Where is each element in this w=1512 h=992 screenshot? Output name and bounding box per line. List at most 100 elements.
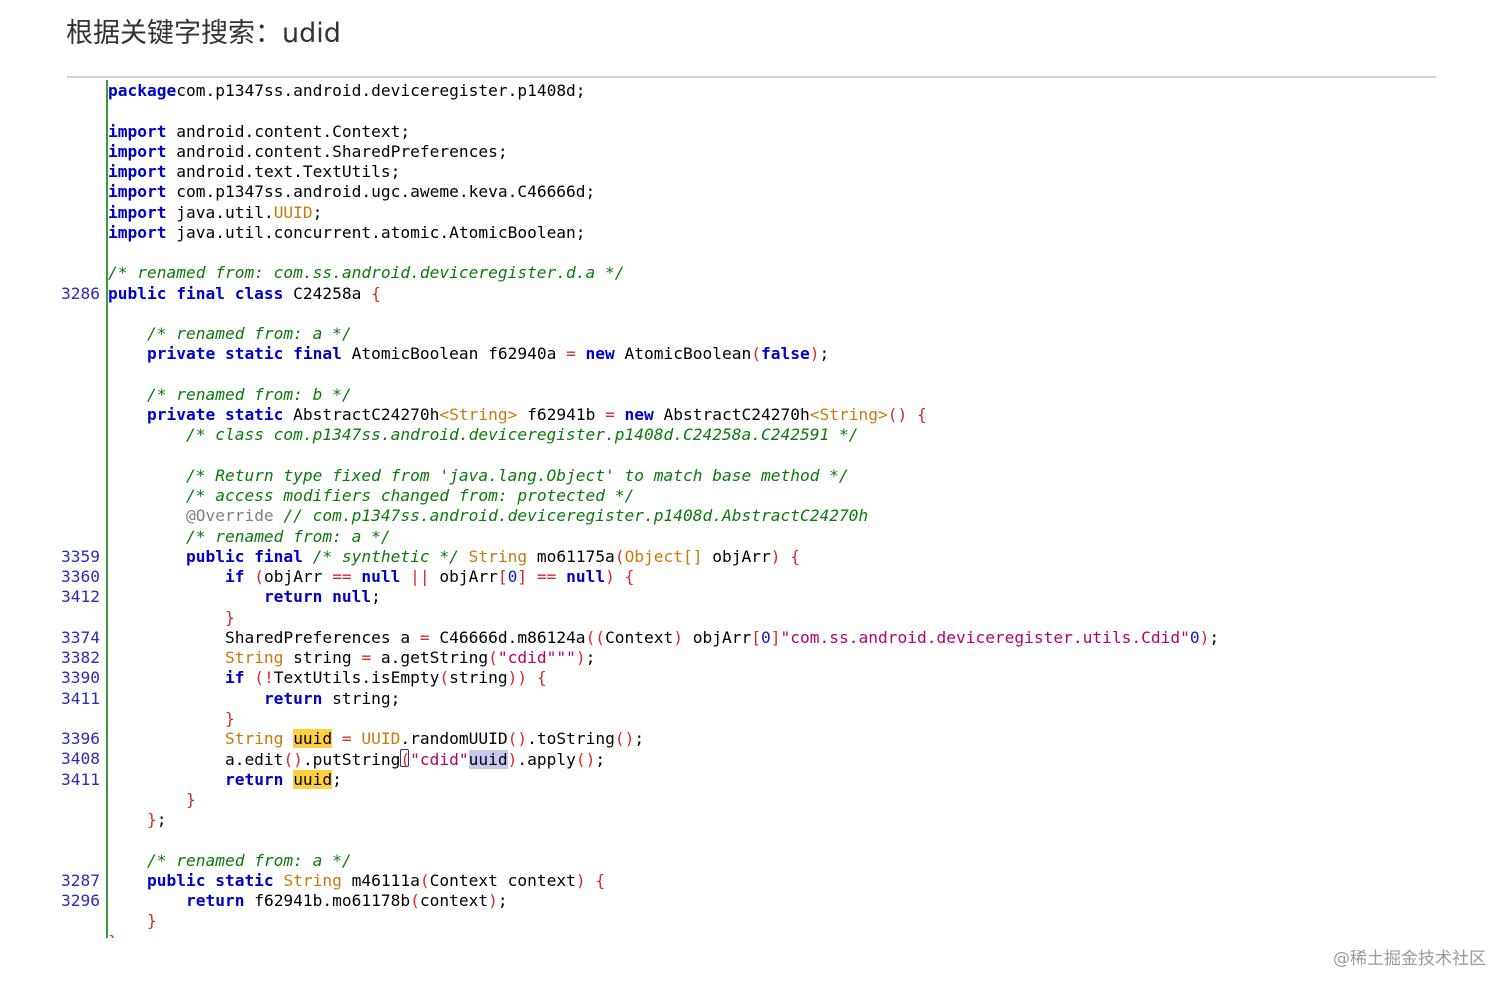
code-token: TextUtils.isEmpty [273, 668, 440, 688]
code-token: if [224, 668, 245, 688]
code-token: ] [770, 627, 781, 647]
code-token: false [761, 344, 810, 364]
code-line: /* class com.p1347ss.android.deviceregis… [0, 425, 1512, 445]
code-token: /* renamed from: com.ss.android.devicere… [108, 263, 625, 283]
code-token: 0 [761, 627, 771, 647]
code-token: /* renamed from: a */ [185, 526, 391, 546]
code-text: return f62941b.mo61178b(context); [108, 891, 508, 911]
code-token: } [146, 911, 157, 931]
code-token: new [614, 405, 654, 424]
code-token: ( [400, 750, 411, 770]
code-token: null [351, 567, 401, 586]
code-text: packagecom.p1347ss.android.deviceregiste… [108, 81, 586, 101]
code-token: String [224, 648, 284, 667]
code-token: return [224, 769, 284, 789]
code-line: @Override // com.p1347ss.android.devicer… [0, 506, 1512, 526]
code-text: if (objArr == null || objArr[0] == null)… [108, 567, 634, 587]
code-text: } [108, 790, 196, 810]
code-line: }; [0, 810, 1512, 830]
line-number: 3287 [61, 870, 100, 890]
code-line: 3287 public static String m46111a(Contex… [0, 871, 1512, 891]
search-highlight: uuid [468, 750, 508, 770]
code-token: (( [585, 627, 606, 647]
code-token: ; [819, 344, 830, 364]
code-line: /* renamed from: a */ [0, 527, 1512, 547]
code-viewer[interactable]: packagecom.p1347ss.android.deviceregiste… [0, 80, 1512, 938]
line-number: 3411 [61, 688, 100, 708]
code-token: string; [322, 688, 401, 708]
code-token: // com.p1347ss.android.deviceregister.p1… [273, 506, 869, 526]
code-token: ( [488, 648, 498, 667]
code-token: ) [1199, 627, 1210, 647]
code-line: 3382 String string = a.getString("cdid""… [0, 648, 1512, 668]
line-number: 3411 [61, 769, 100, 789]
code-token: String [468, 546, 528, 566]
code-token: .apply [517, 750, 576, 770]
code-line: 3408 a.edit().putString("cdid"uuid).appl… [0, 749, 1512, 770]
code-text: }; [108, 810, 167, 830]
code-text: /* renamed from: a */ [108, 527, 391, 547]
code-token: ( [614, 546, 625, 566]
line-number: 3374 [61, 627, 100, 647]
code-token: () [283, 750, 303, 770]
line-number: 3359 [61, 546, 100, 566]
code-token: public final [185, 546, 303, 566]
code-token: ) [507, 750, 518, 770]
code-token: import [108, 162, 167, 181]
code-token: /* access modifiers changed from: protec… [185, 486, 635, 505]
code-token: import [108, 202, 167, 222]
line-number: 3390 [61, 668, 100, 688]
code-line: /* renamed from: a */ [0, 851, 1512, 871]
code-line: /* renamed from: com.ss.android.devicere… [0, 263, 1512, 283]
code-token: android.text.TextUtils; [166, 162, 401, 181]
code-token: /* renamed from: b */ [146, 384, 352, 404]
code-line: 3411 return string; [0, 689, 1512, 709]
code-line: 3396 String uuid = UUID.randomUUID().toS… [0, 729, 1512, 749]
code-token: [ [497, 567, 508, 586]
code-token: ) [605, 567, 615, 586]
code-token: objArr [263, 567, 333, 586]
code-token: objArr [429, 567, 498, 586]
code-token: C46666d.m86124a [429, 627, 586, 647]
code-text: String uuid = UUID.randomUUID().toString… [108, 729, 644, 749]
code-token: () [887, 405, 908, 424]
code-token: ( [751, 344, 761, 364]
code-line: } [0, 911, 1512, 931]
code-token: return [263, 688, 323, 708]
code-token: "cdid" [497, 648, 557, 667]
code-token: /* synthetic */ [302, 546, 459, 566]
line-number: 3408 [61, 749, 100, 769]
code-token: "cdid" [410, 750, 469, 770]
code-line: 3412 return null; [0, 587, 1512, 607]
code-line: 3296 return f62941b.mo61178b(context); [0, 891, 1512, 911]
code-token: import [108, 141, 167, 161]
code-line: import java.util.UUID; [0, 203, 1512, 223]
code-text: /* renamed from: b */ [108, 385, 352, 405]
code-line: 3411 return uuid; [0, 769, 1512, 790]
code-token: } [146, 810, 157, 829]
code-token: com.p1347ss.android.ugc.aweme.keva.C4666… [166, 182, 596, 202]
code-token: /* renamed from: a */ [146, 850, 352, 870]
code-text: import android.text.TextUtils; [108, 162, 400, 182]
code-token: UUID [361, 729, 401, 748]
code-text: import java.util.UUID; [108, 203, 322, 223]
code-token: /* class com.p1347ss.android.deviceregis… [185, 425, 859, 445]
code-line: import android.content.SharedPreferences… [0, 142, 1512, 162]
code-text: /* renamed from: com.ss.android.devicere… [108, 263, 625, 283]
code-token: AtomicBoolean [614, 344, 752, 364]
code-token: } [224, 708, 235, 728]
